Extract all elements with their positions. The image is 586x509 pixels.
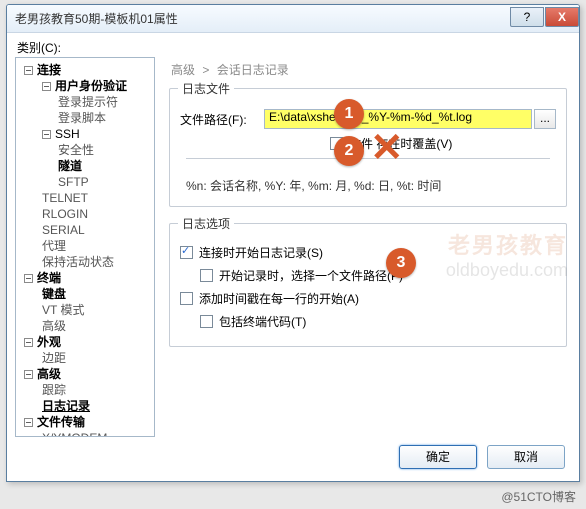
tree-security[interactable]: 安全性: [18, 142, 152, 158]
category-tree[interactable]: 连接 用户身份验证 登录提示符 登录脚本 SSH 安全性 隧道 SFTP TEL…: [15, 57, 155, 437]
termcode-checkbox[interactable]: [200, 315, 213, 328]
dialog-buttons: 确定 取消: [399, 445, 565, 469]
path-label: 文件路径(F):: [180, 111, 264, 128]
log-file-legend: 日志文件: [178, 80, 234, 97]
annotation-x-icon: ✕: [370, 128, 404, 168]
client-area: 类别(C): 连接 用户身份验证 登录提示符 登录脚本 SSH 安全性 隧道 S…: [15, 39, 571, 437]
timestamp-checkbox[interactable]: [180, 292, 193, 305]
tree-trace[interactable]: 跟踪: [18, 382, 152, 398]
ask-path-checkbox[interactable]: [200, 269, 213, 282]
credit: @51CTO博客: [501, 488, 576, 505]
settings-panel: 高级 > 会话日志记录 日志文件 文件路径(F): E:\data\xshell…: [165, 57, 571, 437]
tree-file-transfer[interactable]: 文件传输: [18, 414, 152, 430]
annotation-badge-3: 3: [386, 248, 416, 278]
tree-serial[interactable]: SERIAL: [18, 222, 152, 238]
start-on-connect-checkbox[interactable]: [180, 246, 193, 259]
ok-button[interactable]: 确定: [399, 445, 477, 469]
browse-button[interactable]: ...: [534, 109, 556, 129]
tree-connection[interactable]: 连接: [18, 62, 152, 78]
tree-xymodem[interactable]: X/YMODEM: [18, 430, 152, 437]
tree-appearance[interactable]: 外观: [18, 334, 152, 350]
tree-terminal[interactable]: 终端: [18, 270, 152, 286]
tree-advanced[interactable]: 高级: [18, 366, 152, 382]
tree-ssh[interactable]: SSH: [18, 126, 152, 142]
help-button[interactable]: ?: [510, 7, 544, 27]
timestamp-label: 添加时间戳在每一行的开始(A): [199, 290, 359, 307]
tree-log[interactable]: 日志记录: [18, 398, 152, 414]
log-options-legend: 日志选项: [178, 215, 234, 232]
ask-path-label: 开始记录时，选择一个文件路径(P): [219, 267, 403, 284]
titlebar: 老男孩教育50期-模板机01属性 ? X: [7, 5, 579, 33]
format-help: %n: 会话名称, %Y: 年, %m: 月, %d: 日, %t: 时间: [180, 169, 556, 196]
log-file-group: 日志文件 文件路径(F): E:\data\xshell\%n_%Y-%m-%d…: [169, 88, 567, 207]
separator: [186, 158, 550, 159]
annotation-badge-2: 2: [334, 136, 364, 166]
tree-auth[interactable]: 用户身份验证: [18, 78, 152, 94]
tree-vt[interactable]: VT 模式: [18, 302, 152, 318]
category-label: 类别(C):: [17, 39, 61, 56]
termcode-label: 包括终端代码(T): [219, 313, 306, 330]
close-button[interactable]: X: [545, 7, 579, 27]
tree-sftp[interactable]: SFTP: [18, 174, 152, 190]
tree-prompt[interactable]: 登录提示符: [18, 94, 152, 110]
tree-keepalive[interactable]: 保持活动状态: [18, 254, 152, 270]
tree-script[interactable]: 登录脚本: [18, 110, 152, 126]
tree-rlogin[interactable]: RLOGIN: [18, 206, 152, 222]
window-title: 老男孩教育50期-模板机01属性: [15, 10, 510, 27]
log-options-group: 日志选项 连接时开始日志记录(S) 开始记录时，选择一个文件路径(P) 添加时间…: [169, 223, 567, 347]
tree-keyboard[interactable]: 键盘: [18, 286, 152, 302]
tree-telnet[interactable]: TELNET: [18, 190, 152, 206]
tree-margin[interactable]: 边距: [18, 350, 152, 366]
annotation-badge-1: 1: [334, 99, 364, 129]
crumb-sep: >: [202, 63, 209, 77]
tree-tunnel[interactable]: 隧道: [18, 158, 152, 174]
cancel-button[interactable]: 取消: [487, 445, 565, 469]
crumb-advanced: 高级: [171, 63, 195, 77]
tree-advanced-terminal[interactable]: 高级: [18, 318, 152, 334]
tree-proxy[interactable]: 代理: [18, 238, 152, 254]
crumb-page: 会话日志记录: [217, 63, 289, 77]
dialog-window: 老男孩教育50期-模板机01属性 ? X 类别(C): 连接 用户身份验证 登录…: [6, 4, 580, 482]
start-on-connect-label: 连接时开始日志记录(S): [199, 244, 323, 261]
window-buttons: ? X: [510, 11, 579, 27]
